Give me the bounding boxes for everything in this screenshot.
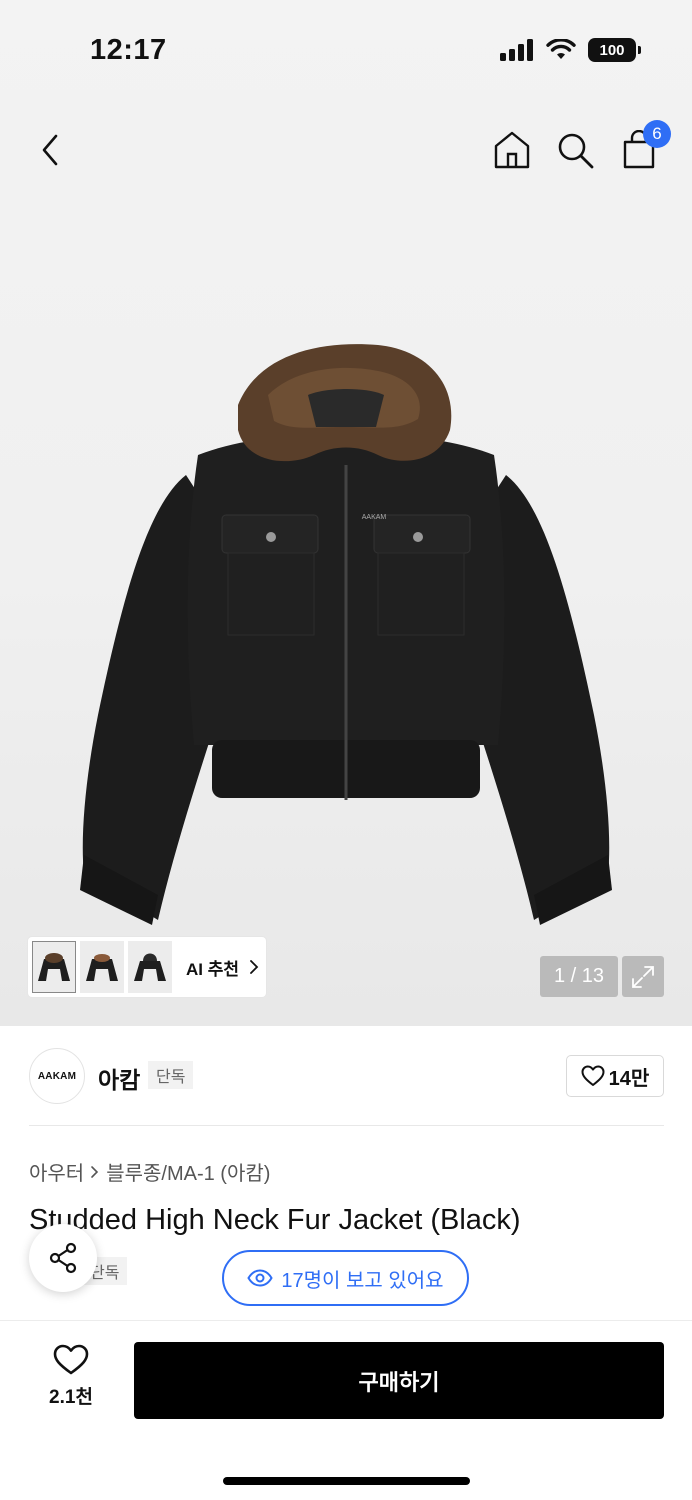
battery-icon: 100 bbox=[588, 38, 641, 62]
viewers-count-pill: 17명이 보고 있어요 bbox=[222, 1250, 469, 1306]
brand-logo[interactable]: AAKAM bbox=[29, 1048, 85, 1104]
wifi-icon bbox=[546, 39, 576, 59]
thumbnail-1[interactable] bbox=[32, 941, 76, 993]
product-image-jacket[interactable]: AAKAM bbox=[78, 335, 614, 925]
brand-name[interactable]: 아캄 bbox=[98, 1061, 140, 1095]
viewers-text: 17명이 보고 있어요 bbox=[281, 1269, 444, 1292]
chevron-right-icon bbox=[91, 1165, 99, 1178]
search-icon bbox=[558, 133, 594, 169]
home-icon bbox=[494, 131, 530, 169]
brand-like-button[interactable]: 14만 bbox=[566, 1055, 664, 1097]
chevron-right-icon bbox=[250, 960, 259, 974]
ai-recommend-strip[interactable]: AI 추천 bbox=[28, 937, 266, 997]
exclusive-badge: 단독 bbox=[148, 1061, 194, 1089]
share-button[interactable] bbox=[29, 1224, 97, 1292]
breadcrumb-category[interactable]: 아우터 bbox=[29, 1157, 84, 1186]
expand-image-button[interactable] bbox=[622, 956, 664, 997]
thumbnail-3[interactable] bbox=[128, 941, 172, 993]
jacket-thumbnail-icon bbox=[38, 953, 70, 981]
product-title: Studded High Neck Fur Jacket (Black) bbox=[29, 1204, 521, 1236]
cart-button[interactable]: 6 bbox=[617, 120, 671, 172]
status-time: 12:17 bbox=[90, 34, 167, 66]
chevron-left-icon bbox=[42, 134, 58, 166]
ai-recommend-label: AI 추천 bbox=[186, 959, 240, 979]
wishlist-button[interactable]: 2.1천 bbox=[40, 1344, 102, 1414]
cart-count-badge: 6 bbox=[643, 120, 671, 148]
status-icons: 100 bbox=[500, 38, 641, 62]
jacket-thumbnail-icon bbox=[86, 954, 118, 981]
back-button[interactable] bbox=[28, 128, 72, 172]
home-indicator bbox=[223, 1477, 470, 1485]
divider bbox=[29, 1125, 664, 1126]
heart-icon bbox=[581, 1065, 605, 1086]
jacket-thumbnail-icon bbox=[134, 953, 166, 981]
buy-button[interactable]: 구매하기 bbox=[134, 1342, 664, 1419]
breadcrumb-subcategory[interactable]: 블루종/MA-1 (아캄) bbox=[106, 1157, 270, 1186]
image-pager: 1 / 13 bbox=[540, 956, 618, 997]
thumbnail-2[interactable] bbox=[80, 941, 124, 993]
brand-like-count: 14만 bbox=[608, 1067, 650, 1090]
expand-icon bbox=[632, 965, 654, 988]
breadcrumb: 아우터 블루종/MA-1 (아캄) bbox=[29, 1157, 270, 1186]
home-button[interactable] bbox=[490, 128, 534, 172]
heart-icon bbox=[53, 1344, 89, 1375]
eye-icon bbox=[247, 1269, 274, 1287]
search-button[interactable] bbox=[553, 128, 597, 172]
wishlist-count: 2.1천 bbox=[49, 1387, 93, 1408]
share-icon bbox=[49, 1242, 77, 1274]
jacket-logo-text: AAKAM bbox=[362, 514, 387, 521]
signal-icon bbox=[500, 39, 533, 61]
